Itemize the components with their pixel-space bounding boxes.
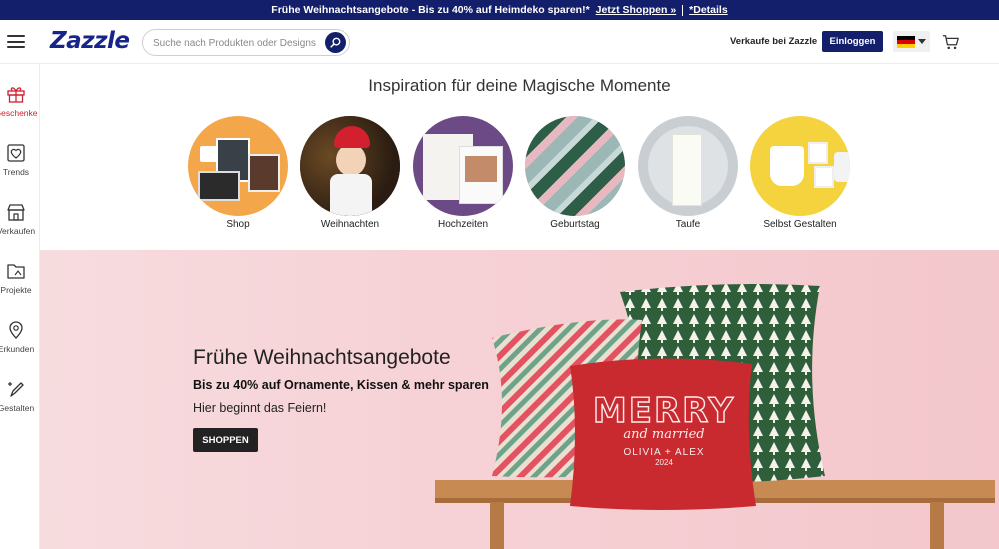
search-button[interactable] — [325, 32, 346, 53]
category-weddings[interactable]: Hochzeiten — [413, 116, 513, 230]
zazzle-logo[interactable]: Zazzle — [50, 28, 130, 54]
trends-icon — [7, 144, 25, 162]
chevron-down-icon — [918, 38, 926, 44]
inspiration-heading: Inspiration für deine Magische Momente — [368, 76, 671, 95]
pillow-text-names: OLIVIA + ALEX — [623, 447, 704, 458]
search-icon — [330, 37, 341, 48]
sidebar-item-explore[interactable]: Erkunden — [0, 320, 40, 370]
category-image — [300, 116, 400, 216]
sell-on-zazzle-link[interactable]: Verkaufe bei Zazzle — [730, 36, 817, 47]
language-selector[interactable] — [893, 31, 930, 52]
login-button[interactable]: Einloggen — [822, 31, 883, 52]
gift-icon — [7, 87, 25, 103]
category-image — [188, 116, 288, 216]
sidebar-item-label: Trends — [2, 167, 30, 177]
category-create-your-own[interactable]: Selbst Gestalten — [750, 116, 850, 230]
pillow-text-year: 2024 — [655, 458, 673, 467]
pillow-text-merry: MERRY — [593, 391, 735, 431]
sidebar-item-gifts[interactable]: Geschenke — [0, 84, 40, 134]
sidebar-item-label: Geschenke — [0, 108, 38, 118]
category-label: Geburtstag — [550, 219, 600, 230]
category-label: Hochzeiten — [437, 219, 489, 230]
sidebar-item-label: Projekte — [0, 285, 32, 295]
category-label: Taufe — [675, 219, 701, 230]
category-shop[interactable]: Shop — [188, 116, 288, 230]
pillow-text-married: and married — [623, 427, 704, 442]
sidebar-item-projects[interactable]: Projekte — [0, 261, 40, 311]
sidebar: Geschenke Trends Verkaufen Projekte Erku… — [0, 64, 40, 549]
promo-text: Frühe Weihnachtsangebote - Bis zu 40% au… — [271, 4, 590, 16]
sidebar-item-label: Verkaufen — [0, 226, 36, 236]
promo-shop-link[interactable]: Jetzt Shoppen » — [596, 4, 677, 16]
hero-title: Frühe Weihnachtsangebote — [193, 346, 451, 369]
sidebar-item-trends[interactable]: Trends — [0, 143, 40, 193]
hero-banner: Frühe Weihnachtsangebote Bis zu 40% auf … — [40, 250, 999, 549]
hero-pillows-image: MERRY and married OLIVIA + ALEX 2024 — [435, 284, 995, 549]
cart-icon[interactable] — [942, 33, 960, 51]
shop-now-button[interactable]: SHOPPEN — [193, 428, 258, 452]
explore-icon — [9, 321, 23, 339]
category-image — [413, 116, 513, 216]
store-icon — [7, 204, 25, 221]
promo-details-link[interactable]: *Details — [689, 4, 728, 16]
category-image — [750, 116, 850, 216]
folder-icon — [7, 264, 25, 279]
category-label: Weihnachten — [320, 219, 380, 230]
sidebar-item-sell[interactable]: Verkaufen — [0, 202, 40, 252]
design-pen-icon — [8, 382, 24, 397]
header: Zazzle Verkaufe bei Zazzle Einloggen — [0, 20, 999, 64]
promo-divider — [682, 4, 684, 16]
category-image — [525, 116, 625, 216]
category-label: Shop — [226, 219, 250, 230]
category-baptism[interactable]: Taufe — [638, 116, 738, 230]
germany-flag-icon — [897, 35, 915, 48]
sidebar-item-design[interactable]: Gestalten — [0, 379, 40, 429]
category-image — [638, 116, 738, 216]
category-birthday[interactable]: Geburtstag — [525, 116, 625, 230]
sidebar-item-label: Erkunden — [0, 344, 35, 354]
search-bar — [142, 29, 350, 56]
hamburger-menu-icon[interactable] — [7, 35, 25, 48]
hero-description: Hier beginnt das Feiern! — [193, 401, 327, 415]
category-label: Selbst Gestalten — [763, 219, 837, 230]
sidebar-item-label: Gestalten — [0, 403, 35, 413]
promo-banner: Frühe Weihnachtsangebote - Bis zu 40% au… — [0, 0, 999, 20]
category-christmas[interactable]: Weihnachten — [300, 116, 400, 230]
search-input[interactable] — [153, 35, 323, 51]
